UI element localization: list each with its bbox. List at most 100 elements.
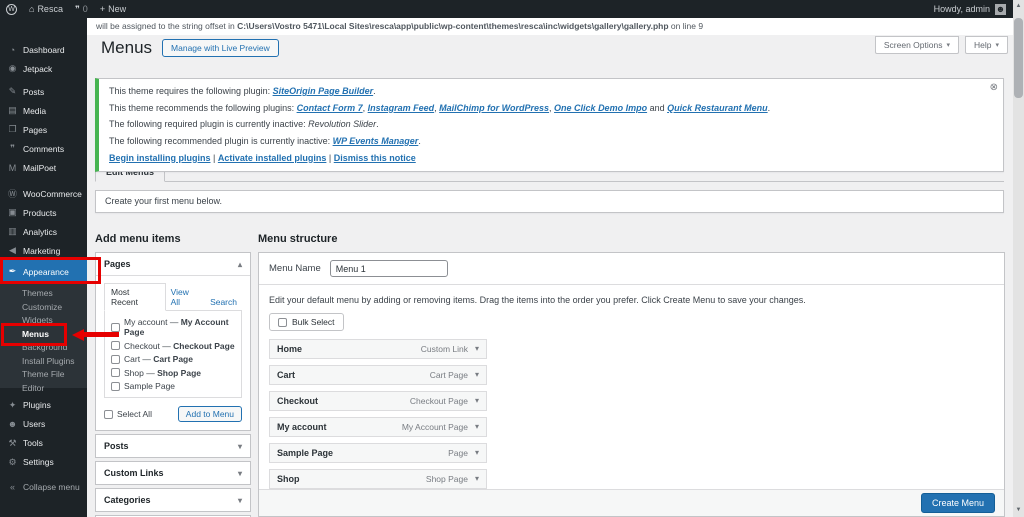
- submenu-item-menus[interactable]: Menus: [0, 328, 87, 342]
- submenu-item-themes[interactable]: Themes: [0, 287, 87, 301]
- scrollbar-thumb[interactable]: [1014, 18, 1023, 98]
- new-content-link[interactable]: + New: [94, 0, 132, 18]
- scroll-up-icon[interactable]: ▲: [1013, 3, 1024, 9]
- submenu-item-install-plugins[interactable]: Install Plugins: [0, 355, 87, 369]
- collapse-menu-button[interactable]: « Collapse menu: [0, 478, 87, 497]
- plugin-link-one-click-demo[interactable]: One Click Demo Impo: [554, 103, 647, 113]
- sidebar-item-products[interactable]: ▣ Products: [0, 203, 87, 222]
- activate-installed-plugins-link[interactable]: Activate installed plugins: [218, 153, 327, 163]
- checkbox[interactable]: [111, 341, 120, 350]
- sidebar-label: Pages: [23, 124, 48, 135]
- screen-options-button[interactable]: Screen Options ▾: [874, 36, 959, 54]
- sidebar-item-woocommerce[interactable]: Ⓦ WooCommerce: [0, 184, 87, 203]
- checkbox[interactable]: [278, 317, 287, 327]
- menu-item-type: Shop Page: [425, 473, 468, 484]
- accordion-posts[interactable]: Posts ▾: [95, 434, 251, 458]
- submenu-item-customize[interactable]: Customize: [0, 301, 87, 315]
- sidebar-item-dashboard[interactable]: ◔ Dashboard: [0, 40, 87, 59]
- admin-sidebar: ◔ Dashboard ◉ Jetpack ✎ Posts ▤ Media ❐ Pages…: [0, 18, 87, 517]
- wordpress-menu-item[interactable]: W: [0, 0, 23, 18]
- sidebar-item-tools[interactable]: ⚒ Tools: [0, 434, 87, 453]
- sidebar-item-media[interactable]: ▤ Media: [0, 101, 87, 120]
- plugin-link-instagram-feed[interactable]: Instagram Feed: [368, 103, 435, 113]
- manage-live-preview-button[interactable]: Manage with Live Preview: [162, 39, 279, 57]
- select-all-checkbox[interactable]: Select All: [104, 409, 152, 419]
- dismiss-notice-icon[interactable]: ⊗: [990, 82, 998, 93]
- sidebar-item-appearance[interactable]: ✒ Appearance: [0, 260, 87, 283]
- tab-view-all[interactable]: View All: [166, 284, 206, 310]
- chevron-down-icon[interactable]: ▾: [475, 474, 479, 483]
- tab-most-recent[interactable]: Most Recent: [104, 283, 166, 311]
- comments-link[interactable]: ❞ 0: [69, 0, 94, 18]
- menu-item-label: My account: [277, 421, 327, 432]
- checkbox[interactable]: [111, 368, 120, 377]
- accordion-custom-links[interactable]: Custom Links ▾: [95, 461, 251, 485]
- plugins-icon: ✦: [8, 399, 17, 410]
- add-to-menu-button[interactable]: Add to Menu: [177, 406, 242, 422]
- sidebar-item-mailpoet[interactable]: M MailPoet: [0, 158, 87, 177]
- checkbox[interactable]: [111, 381, 120, 391]
- scroll-down-icon[interactable]: ▼: [1013, 507, 1024, 513]
- account-menu[interactable]: Howdy, admin ☻: [934, 0, 1013, 18]
- checkbox[interactable]: [111, 354, 120, 364]
- page-scrollbar[interactable]: ▲ ▼: [1013, 0, 1024, 517]
- posts-icon: ✎: [8, 86, 17, 96]
- menu-name-input[interactable]: [329, 260, 448, 277]
- checkbox[interactable]: [111, 322, 120, 332]
- menu-item-my-account[interactable]: My account My Account Page ▾: [269, 416, 487, 437]
- sidebar-label: Products: [23, 207, 57, 218]
- submenu-item-background[interactable]: Background: [0, 341, 87, 355]
- appearance-icon: ✒: [8, 266, 17, 276]
- page-item-label: Sample Page: [124, 381, 176, 391]
- sidebar-item-settings[interactable]: ⚙ Settings: [0, 453, 87, 472]
- chevron-down-icon[interactable]: ▾: [475, 396, 479, 405]
- sidebar-item-marketing[interactable]: ◀ Marketing: [0, 241, 87, 260]
- menu-item-label: Sample Page: [277, 447, 334, 458]
- menu-item-cart[interactable]: Cart Cart Page ▾: [269, 364, 487, 385]
- menu-item-checkout[interactable]: Checkout Checkout Page ▾: [269, 390, 487, 411]
- sidebar-label: Media: [23, 105, 47, 116]
- chevron-down-icon[interactable]: ▾: [475, 370, 479, 379]
- sidebar-item-analytics[interactable]: ▥ Analytics: [0, 222, 87, 241]
- page-title: Menus: [101, 38, 153, 57]
- notice-text: and: [647, 102, 668, 113]
- page-checkbox-sample-page[interactable]: Sample Page: [111, 381, 235, 391]
- site-link[interactable]: ⌂ Resca: [23, 0, 69, 18]
- sidebar-item-posts[interactable]: ✎ Posts: [0, 82, 87, 101]
- chevron-up-icon: ▴: [237, 259, 242, 269]
- submenu-item-theme-file-editor[interactable]: Theme File Editor: [0, 368, 87, 393]
- sidebar-item-plugins[interactable]: ✦ Plugins: [0, 396, 87, 415]
- page-checkbox-cart[interactable]: Cart — Cart Page: [111, 354, 235, 364]
- plugin-link-quick-restaurant-menu[interactable]: Quick Restaurant Menu: [667, 103, 768, 113]
- create-menu-button[interactable]: Create Menu: [920, 493, 995, 513]
- page-checkbox-checkout[interactable]: Checkout — Checkout Page: [111, 341, 235, 351]
- menu-item-type: My Account Page: [401, 421, 468, 432]
- bulk-select-toggle[interactable]: Bulk Select: [269, 313, 344, 331]
- help-button[interactable]: Help ▾: [965, 36, 1008, 54]
- page-checkbox-shop[interactable]: Shop — Shop Page: [111, 368, 235, 378]
- chevron-down-icon[interactable]: ▾: [475, 344, 479, 353]
- plugin-link-siteorigin[interactable]: SiteOrigin Page Builder: [273, 86, 374, 96]
- page-checkbox-my-account[interactable]: My account — My Account Page: [111, 317, 235, 337]
- plugin-link-wp-events-manager[interactable]: WP Events Manager: [333, 136, 419, 146]
- sidebar-item-pages[interactable]: ❐ Pages: [0, 120, 87, 139]
- plugin-link-contact-form-7[interactable]: Contact Form 7: [297, 103, 363, 113]
- submenu-item-widgets[interactable]: Widgets: [0, 314, 87, 328]
- sidebar-item-comments[interactable]: ❞ Comments: [0, 139, 87, 158]
- checkbox[interactable]: [104, 409, 113, 419]
- pages-panel-body: Most Recent View All Search My account —…: [96, 275, 250, 430]
- sidebar-item-users[interactable]: ☻ Users: [0, 415, 87, 434]
- plugin-link-mailchimp[interactable]: MailChimp for WordPress: [439, 103, 549, 113]
- menu-item-sample-page[interactable]: Sample Page Page ▾: [269, 442, 487, 463]
- chevron-down-icon[interactable]: ▾: [475, 422, 479, 431]
- sidebar-item-jetpack[interactable]: ◉ Jetpack: [0, 59, 87, 78]
- begin-installing-plugins-link[interactable]: Begin installing plugins: [109, 153, 211, 163]
- menu-item-shop[interactable]: Shop Shop Page ▾: [269, 468, 487, 489]
- chevron-down-icon[interactable]: ▾: [475, 448, 479, 457]
- menu-item-home[interactable]: Home Custom Link ▾: [269, 338, 487, 359]
- accordion-categories[interactable]: Categories ▾: [95, 488, 251, 512]
- pages-panel-header[interactable]: Pages ▴: [96, 253, 250, 275]
- tab-search[interactable]: Search: [205, 294, 242, 310]
- dismiss-this-notice-link[interactable]: Dismiss this notice: [334, 153, 416, 163]
- notice-text: .: [373, 86, 376, 96]
